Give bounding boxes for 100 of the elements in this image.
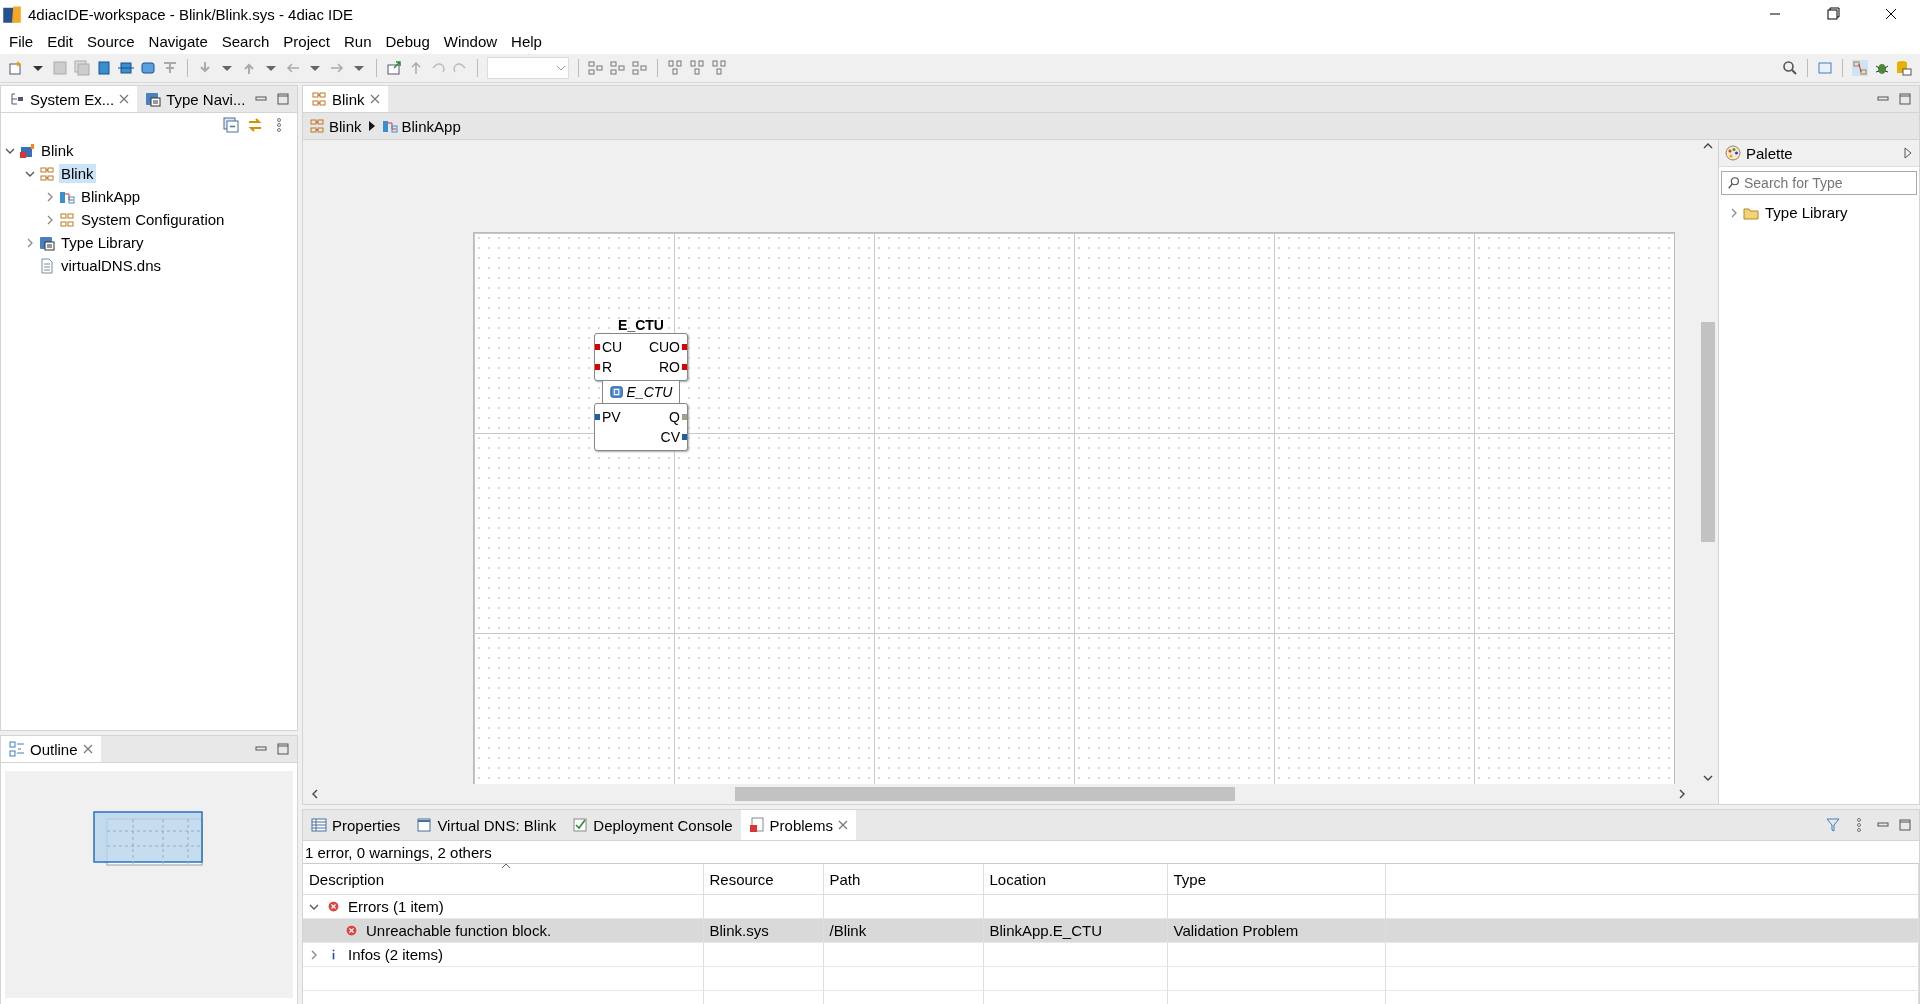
block-icon[interactable]	[96, 60, 112, 76]
menu-item[interactable]: Search	[214, 32, 277, 50]
tree-item[interactable]: Blink	[59, 164, 96, 183]
search-icon[interactable]	[1782, 60, 1798, 76]
block-icon[interactable]	[140, 60, 156, 76]
network-icon[interactable]	[1852, 60, 1868, 76]
palette-item[interactable]: Type Library	[1763, 203, 1850, 222]
search-icon	[1727, 176, 1741, 190]
document-icon	[39, 257, 55, 274]
menu-item[interactable]: Run	[337, 32, 379, 50]
view-tab[interactable]: Type Navi...	[137, 86, 254, 112]
view-tab[interactable]: Properties	[303, 810, 409, 840]
function-block-body[interactable]: PV Q CV	[594, 403, 688, 451]
close-icon[interactable]	[837, 820, 848, 830]
maximize-icon[interactable]	[277, 743, 289, 755]
view-tab[interactable]: Outline	[1, 736, 101, 762]
data-output-port[interactable]: CV	[660, 429, 687, 445]
library-icon	[39, 234, 55, 251]
chevron-icon[interactable]	[25, 237, 35, 248]
link-arrows-icon[interactable]	[247, 117, 263, 133]
block-instance-name: E_CTU	[618, 317, 664, 333]
export-icon[interactable]	[386, 60, 402, 76]
menu-item[interactable]: Source	[80, 32, 142, 50]
checklist-icon	[572, 817, 589, 833]
tree-item[interactable]: Type Library	[59, 233, 146, 252]
menu-item[interactable]: Debug	[378, 32, 437, 50]
data-output-port[interactable]: Q	[669, 409, 687, 425]
problem-description[interactable]: Infos (2 items)	[348, 946, 444, 963]
table-cell: BlinkApp.E_CTU	[989, 922, 1103, 939]
event-input-port[interactable]: CU	[595, 339, 623, 355]
network-icon	[39, 165, 55, 182]
menu-item[interactable]: Edit	[40, 32, 81, 50]
palette-title: Palette	[1746, 144, 1794, 162]
problem-description[interactable]: Errors (1 item)	[348, 898, 444, 915]
menu-item[interactable]: Help	[504, 32, 549, 50]
menu-item[interactable]: Project	[276, 32, 337, 50]
align-icon[interactable]	[667, 60, 683, 76]
data-input-port[interactable]: PV	[595, 409, 621, 425]
maximize-icon[interactable]	[1899, 93, 1911, 105]
column-header[interactable]: Type	[1167, 864, 1385, 895]
view-tab[interactable]: System Ex...	[1, 86, 138, 112]
editor-tab[interactable]: Blink	[303, 86, 388, 112]
chevron-icon[interactable]	[1729, 207, 1739, 218]
project-icon	[19, 142, 35, 159]
tree-view-icon	[9, 91, 25, 107]
chevron-icon[interactable]	[45, 214, 55, 225]
chevron-icon[interactable]	[45, 191, 55, 202]
maximize-icon[interactable]	[1899, 819, 1911, 831]
event-output-port[interactable]: CUO	[648, 339, 687, 355]
search-field[interactable]: Search for Type	[1721, 171, 1917, 195]
database-icon[interactable]	[1896, 60, 1912, 76]
event-input-port[interactable]: R	[595, 359, 613, 375]
horizontal-scrollbar-thumb[interactable]	[735, 787, 1235, 801]
view-tab[interactable]: Problems	[740, 810, 856, 840]
align-icon[interactable]	[632, 60, 648, 76]
tree-item[interactable]: System Configuration	[79, 210, 227, 229]
tree-item[interactable]: virtualDNS.dns	[59, 256, 164, 275]
new-file-icon[interactable]	[8, 60, 24, 76]
palette-icon	[1725, 145, 1741, 161]
sort-caret-icon	[501, 862, 511, 869]
open-perspective-icon[interactable]	[1817, 60, 1833, 76]
align-icon[interactable]	[711, 60, 727, 76]
outline-icon	[9, 741, 25, 757]
chevron-icon[interactable]	[309, 949, 319, 960]
structure-icon[interactable]	[162, 60, 178, 76]
window-icon	[416, 817, 433, 833]
app-logo-icon	[2, 4, 22, 24]
close-icon[interactable]	[119, 94, 130, 104]
collapse-all-icon[interactable]	[223, 117, 239, 133]
align-icon[interactable]	[610, 60, 626, 76]
view-tab[interactable]: Deployment Console	[564, 810, 741, 840]
filter-icon[interactable]	[1825, 817, 1841, 833]
block-type-name: E_CTU	[626, 384, 673, 400]
maximize-icon[interactable]	[277, 93, 289, 105]
event-output-port[interactable]: RO	[659, 359, 687, 375]
function-block-header[interactable]: CU CUO R RO	[594, 333, 688, 381]
network-icon	[311, 91, 327, 107]
column-header[interactable]: Resource	[703, 864, 823, 895]
column-header[interactable]: Description	[303, 864, 703, 895]
error-list-icon	[748, 817, 765, 833]
breadcrumb-item[interactable]: BlinkApp	[381, 117, 461, 135]
error-icon	[345, 924, 358, 937]
expand-arrow-icon[interactable]	[1903, 147, 1913, 159]
align-icon[interactable]	[588, 60, 604, 76]
tree-item[interactable]: Blink	[39, 141, 76, 160]
view-tab[interactable]: Virtual DNS: Blink	[408, 810, 565, 840]
close-icon[interactable]	[369, 94, 380, 104]
tree-item[interactable]: BlinkApp	[79, 187, 143, 206]
column-header[interactable]: Path	[823, 864, 983, 895]
menu-item[interactable]: Window	[436, 32, 505, 50]
align-icon[interactable]	[689, 60, 705, 76]
menu-item[interactable]: Navigate	[141, 32, 215, 50]
vertical-scrollbar-thumb[interactable]	[1701, 322, 1715, 542]
breadcrumb-item[interactable]: Blink	[309, 117, 362, 135]
block-type-icon	[609, 385, 624, 399]
block-icon[interactable]	[118, 60, 134, 76]
network-icon	[309, 118, 325, 134]
menu-item[interactable]: File	[2, 32, 41, 50]
column-header[interactable]: Location	[983, 864, 1167, 895]
close-icon[interactable]	[82, 744, 93, 754]
